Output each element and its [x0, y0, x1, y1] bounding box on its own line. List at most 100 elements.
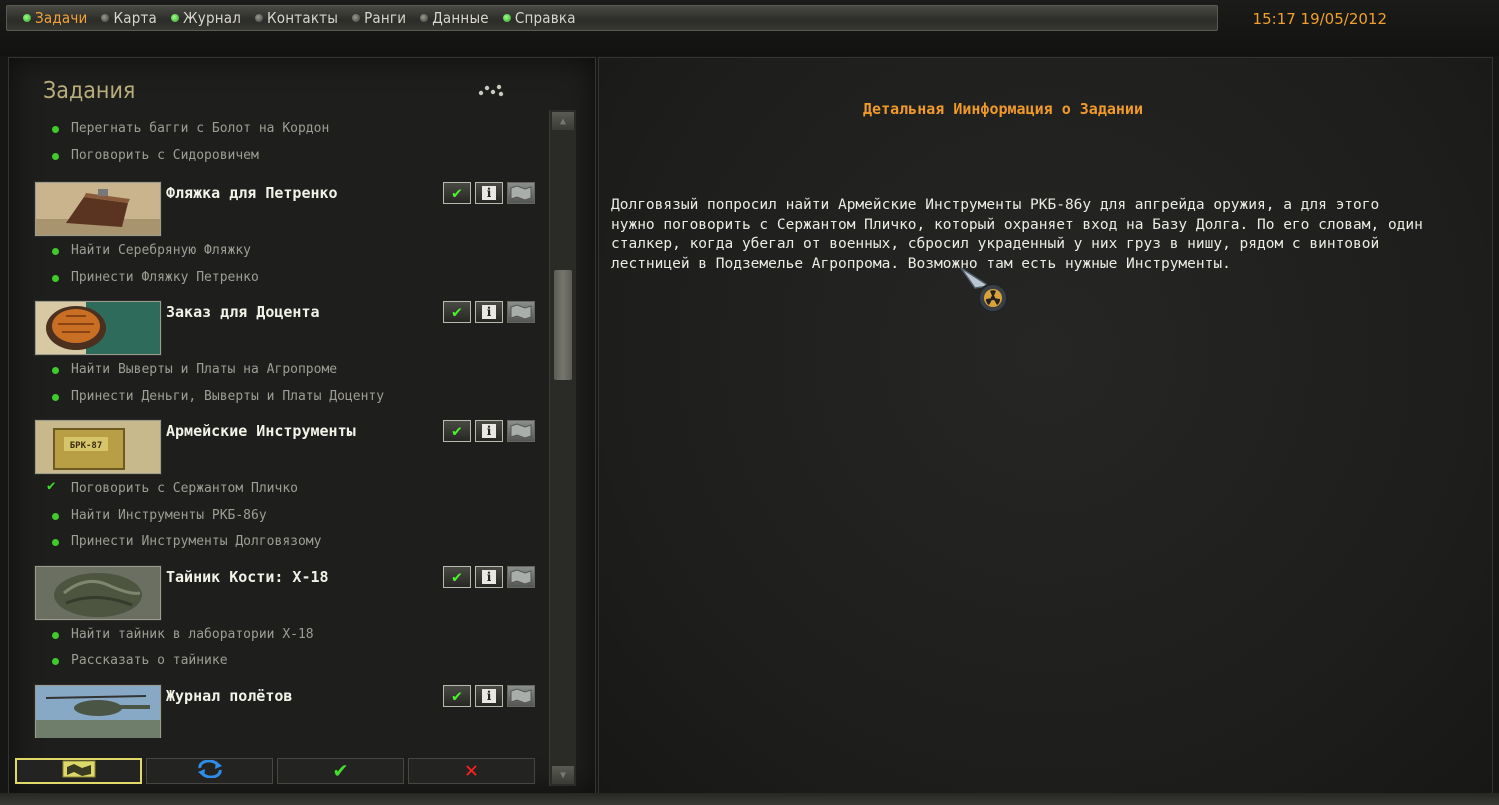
task-list-panel: Задания Перегнать багги с Болот на Кордо…	[8, 57, 596, 794]
task-title[interactable]: Заказ для Доцента	[166, 303, 320, 321]
detail-panel: Детальная Иинформация о Задании Долговяз…	[598, 57, 1493, 794]
radiation-cursor-icon	[960, 267, 1008, 313]
tab-indicator-icon	[255, 14, 264, 22]
map-folder-icon	[62, 759, 96, 783]
tab-strip: Задачи Карта Журнал Контакты Ранги Данные Спра…	[6, 5, 1218, 31]
map-icon	[510, 687, 532, 704]
show-on-map-button[interactable]	[507, 182, 535, 204]
info-icon: i	[482, 688, 496, 703]
tab-1[interactable]: Карта	[101, 9, 157, 27]
task-entry[interactable]: БРК-87 Армейские Инструменты ✔ i	[33, 420, 545, 480]
subtask-item[interactable]: Рассказать о тайнике	[52, 653, 228, 668]
task-info-button[interactable]: i	[475, 565, 503, 588]
task-entry[interactable]: Журнал полётов ✔ i	[33, 684, 545, 738]
tab-label: Ранги	[364, 9, 407, 27]
scrollbar[interactable]: ▲ ▼	[549, 110, 576, 786]
subtask-item[interactable]: Принести Деньги, Выверты и Платы Доценту	[51, 389, 384, 404]
panel-title: Задания	[43, 78, 136, 104]
detail-title: Детальная Иинформация о Задании	[863, 100, 1143, 118]
tab-indicator-icon	[171, 14, 180, 22]
subtask-item[interactable]: Принести Инструменты Долговязому	[51, 534, 321, 549]
scroll-thumb[interactable]	[554, 270, 572, 380]
detail-text: Долговязый попросил найти Армейские Инст…	[611, 197, 1423, 272]
subtask-item[interactable]: Найти Инструменты РКБ-86у	[52, 508, 267, 523]
task-info-button[interactable]: i	[475, 420, 503, 442]
refresh-button[interactable]	[146, 758, 273, 784]
activate-task-button[interactable]: ✔	[443, 420, 471, 442]
tab-indicator-icon	[23, 14, 31, 22]
drag-handle-icon[interactable]	[475, 82, 505, 98]
task-actions: ✔ i	[443, 684, 535, 707]
task-info-button[interactable]: i	[475, 301, 503, 323]
bottom-toolbar: ✔ ✕	[15, 758, 535, 784]
task-info-button[interactable]: i	[475, 182, 503, 204]
task-entry[interactable]: Тайник Кости: X-18 ✔ i	[33, 565, 545, 626]
check-icon: ✔	[452, 302, 462, 321]
svg-text:БРК-87: БРК-87	[70, 441, 103, 451]
info-icon: i	[482, 305, 496, 319]
tab-0[interactable]: Задачи	[23, 9, 87, 27]
tab-label: Задачи	[35, 9, 88, 27]
subtask-item[interactable]: Поговорить с Сидоровичем	[52, 148, 259, 163]
subtask-item[interactable]: Найти Выверты и Платы на Агропроме	[51, 362, 337, 377]
tab-label: Данные	[432, 9, 489, 27]
tab-label: Справка	[514, 9, 576, 27]
tab-5[interactable]: Данные	[420, 9, 489, 27]
check-icon: ✔	[333, 758, 348, 783]
show-on-map-button[interactable]	[507, 684, 535, 707]
tab-indicator-icon	[352, 14, 361, 22]
task-title[interactable]: Тайник Кости: X-18	[166, 568, 329, 586]
activate-task-button[interactable]: ✔	[443, 182, 471, 204]
show-on-map-button[interactable]	[507, 565, 535, 588]
subtask-item[interactable]: Перегнать багги с Болот на Кордон	[51, 121, 329, 136]
refresh-icon	[196, 759, 224, 782]
subtask-item[interactable]: Поговорить с Сержантом Пличко	[47, 478, 298, 496]
check-button[interactable]: ✔	[277, 758, 404, 784]
task-title[interactable]: Фляжка для Петренко	[166, 184, 338, 202]
tab-indicator-icon	[502, 14, 511, 22]
task-title[interactable]: Армейские Инструменты	[166, 422, 356, 440]
check-icon: ✔	[452, 421, 462, 440]
tab-2[interactable]: Журнал	[171, 9, 241, 27]
task-actions: ✔ i	[443, 182, 535, 204]
task-actions: ✔ i	[443, 565, 535, 588]
task-actions: ✔ i	[443, 301, 535, 323]
stash-thumbnail	[35, 565, 161, 620]
tab-4[interactable]: Ранги	[352, 9, 406, 27]
task-info-button[interactable]: i	[475, 684, 503, 707]
check-icon: ✔	[452, 566, 462, 586]
bottom-border	[0, 793, 1499, 805]
tab-label: Карта	[113, 9, 158, 27]
tab-6[interactable]: Справка	[502, 9, 576, 27]
toolbox-thumbnail: БРК-87	[35, 420, 161, 474]
task-title[interactable]: Журнал полётов	[166, 687, 292, 705]
flask-thumbnail	[35, 182, 161, 236]
tab-indicator-icon	[101, 14, 110, 22]
tab-indicator-icon	[420, 14, 429, 22]
info-icon: i	[482, 186, 496, 200]
info-icon: i	[482, 569, 496, 584]
activate-task-button[interactable]: ✔	[443, 565, 471, 588]
show-on-map-button[interactable]	[507, 301, 535, 323]
map-icon	[510, 568, 532, 585]
activate-task-button[interactable]: ✔	[443, 301, 471, 323]
subtask-item[interactable]: Найти тайник в лаборатории X-18	[52, 627, 314, 642]
task-list[interactable]: Перегнать багги с Болот на Кордон Поговор…	[9, 113, 549, 738]
task-entry[interactable]: Фляжка для Петренко ✔ i	[33, 182, 545, 242]
task-entry[interactable]: Заказ для Доцента ✔ i	[33, 301, 545, 361]
cross-button[interactable]: ✕	[408, 758, 535, 784]
activate-task-button[interactable]: ✔	[443, 684, 471, 707]
show-on-map-button[interactable]	[507, 420, 535, 442]
tab-label: Контакты	[267, 9, 339, 27]
clock: 15:17 19/05/2012	[1252, 10, 1387, 28]
tab-3[interactable]: Контакты	[255, 9, 338, 27]
map-icon	[510, 423, 532, 439]
subtask-item[interactable]: Найти Серебряную Фляжку	[51, 243, 251, 258]
task-actions: ✔ i	[443, 420, 535, 442]
scroll-down-icon[interactable]: ▼	[552, 766, 574, 784]
tab-label: Журнал	[183, 9, 242, 27]
map-folder-button[interactable]	[15, 758, 142, 784]
subtask-item[interactable]: Принести Фляжку Петренко	[52, 270, 259, 285]
map-icon	[510, 185, 532, 201]
scroll-up-icon[interactable]: ▲	[552, 112, 574, 130]
